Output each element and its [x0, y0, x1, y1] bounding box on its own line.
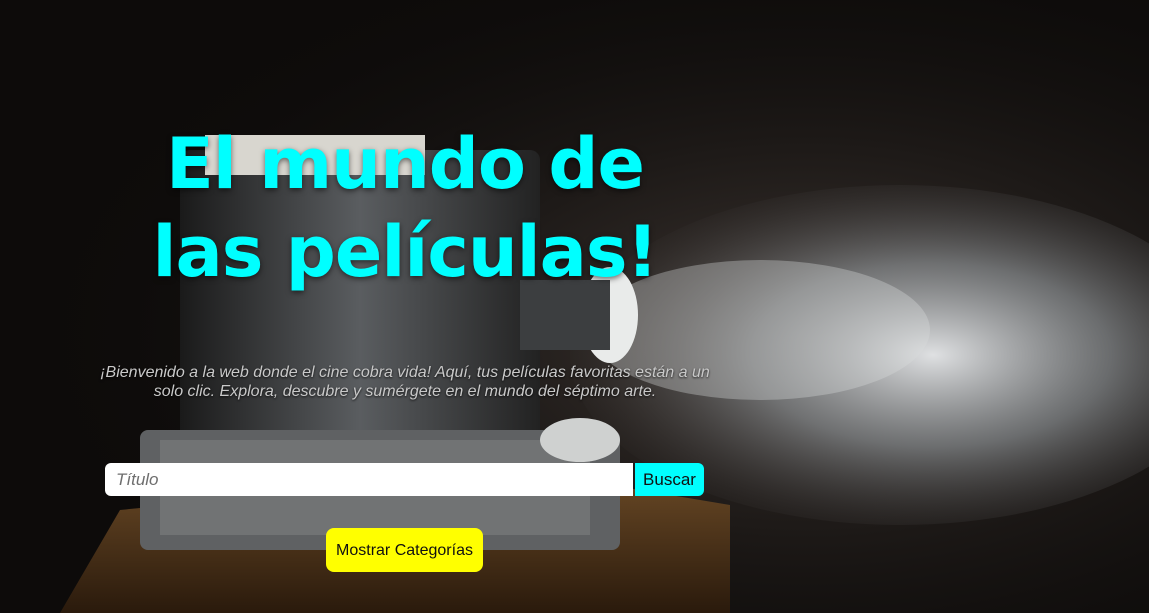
hero-section: El mundo de las películas!	[105, 120, 705, 296]
intro-text: ¡Bienvenido a la web donde el cine cobra…	[100, 364, 710, 400]
title-search-input[interactable]	[105, 463, 633, 496]
search-bar: Buscar	[105, 463, 704, 496]
show-categories-button[interactable]: Mostrar Categorías	[326, 528, 483, 572]
page-title: El mundo de las películas!	[152, 123, 659, 293]
hero-background-image	[0, 0, 1149, 613]
search-button[interactable]: Buscar	[635, 463, 704, 496]
